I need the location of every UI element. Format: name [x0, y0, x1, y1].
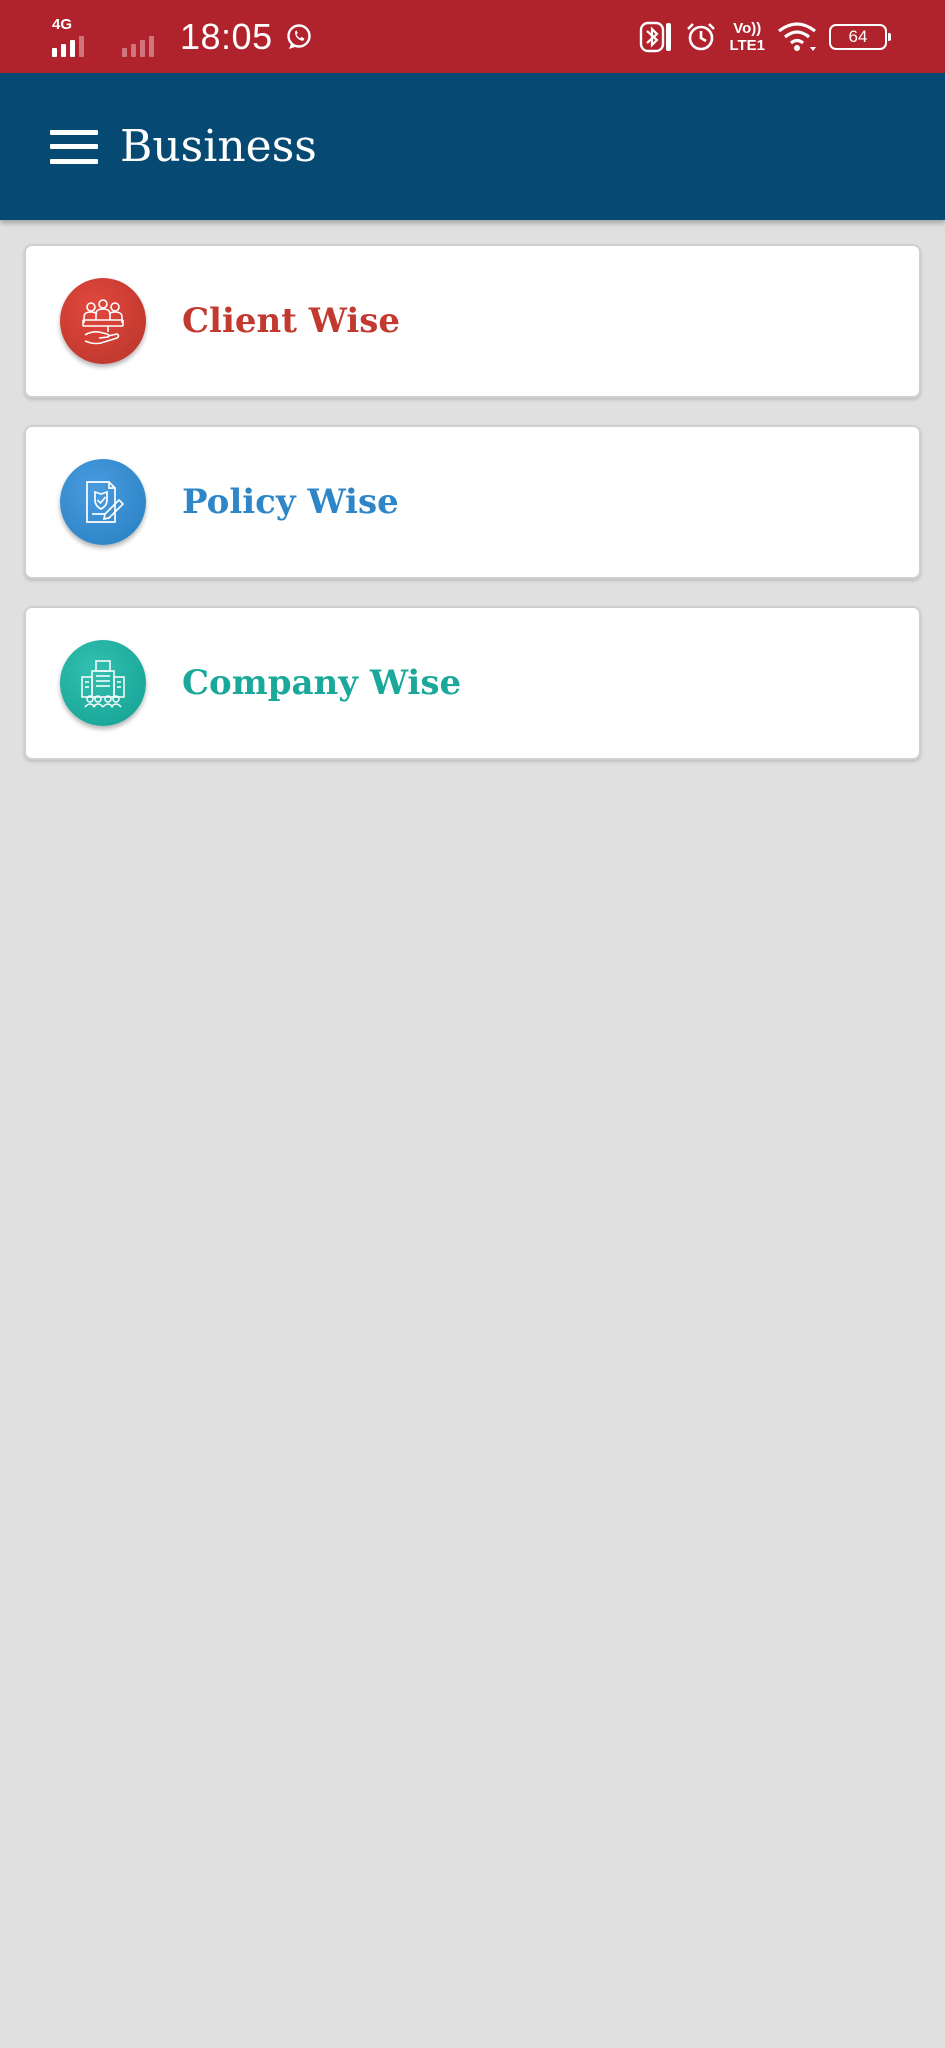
bluetooth-icon — [640, 21, 672, 52]
battery-icon: 64 — [829, 23, 891, 50]
battery-level: 64 — [848, 26, 868, 46]
policy-wise-label: Policy Wise — [182, 482, 399, 522]
client-wise-card[interactable]: Client Wise — [24, 244, 921, 398]
hamburger-menu-icon[interactable] — [50, 129, 98, 164]
company-badge — [60, 640, 146, 726]
company-wise-card[interactable]: Company Wise — [24, 606, 921, 760]
clock: 18:05 — [180, 15, 273, 57]
clients-handshake-icon — [82, 299, 124, 345]
company-wise-label: Company Wise — [182, 663, 462, 703]
status-right: Vo)) LTE1 64 — [627, 0, 895, 73]
volte-bottom: LTE1 — [729, 36, 765, 54]
policy-document-icon — [86, 481, 125, 523]
network-type: 4G — [52, 15, 73, 33]
company-building-icon — [81, 660, 125, 708]
signal-icon: 4G — [50, 15, 110, 59]
volte-top: Vo)) — [733, 19, 762, 37]
client-wise-label: Client Wise — [182, 301, 401, 341]
policy-badge — [60, 459, 146, 545]
wifi-icon — [778, 21, 816, 51]
signal-icon-sim2 — [120, 15, 168, 59]
business-options-list: Client Wise Policy Wise Company Wise — [24, 244, 921, 787]
client-badge — [60, 278, 146, 364]
policy-wise-card[interactable]: Policy Wise — [24, 425, 921, 579]
status-left: 4G 18:05 — [50, 0, 313, 73]
app-bar: Business — [0, 73, 945, 220]
alarm-icon — [687, 22, 716, 50]
page-title: Business — [120, 121, 317, 172]
whatsapp-icon — [286, 23, 311, 49]
volte-indicator: Vo)) LTE1 — [729, 20, 765, 54]
status-bar: 4G 18:05 Vo)) LTE1 64 — [0, 0, 945, 73]
